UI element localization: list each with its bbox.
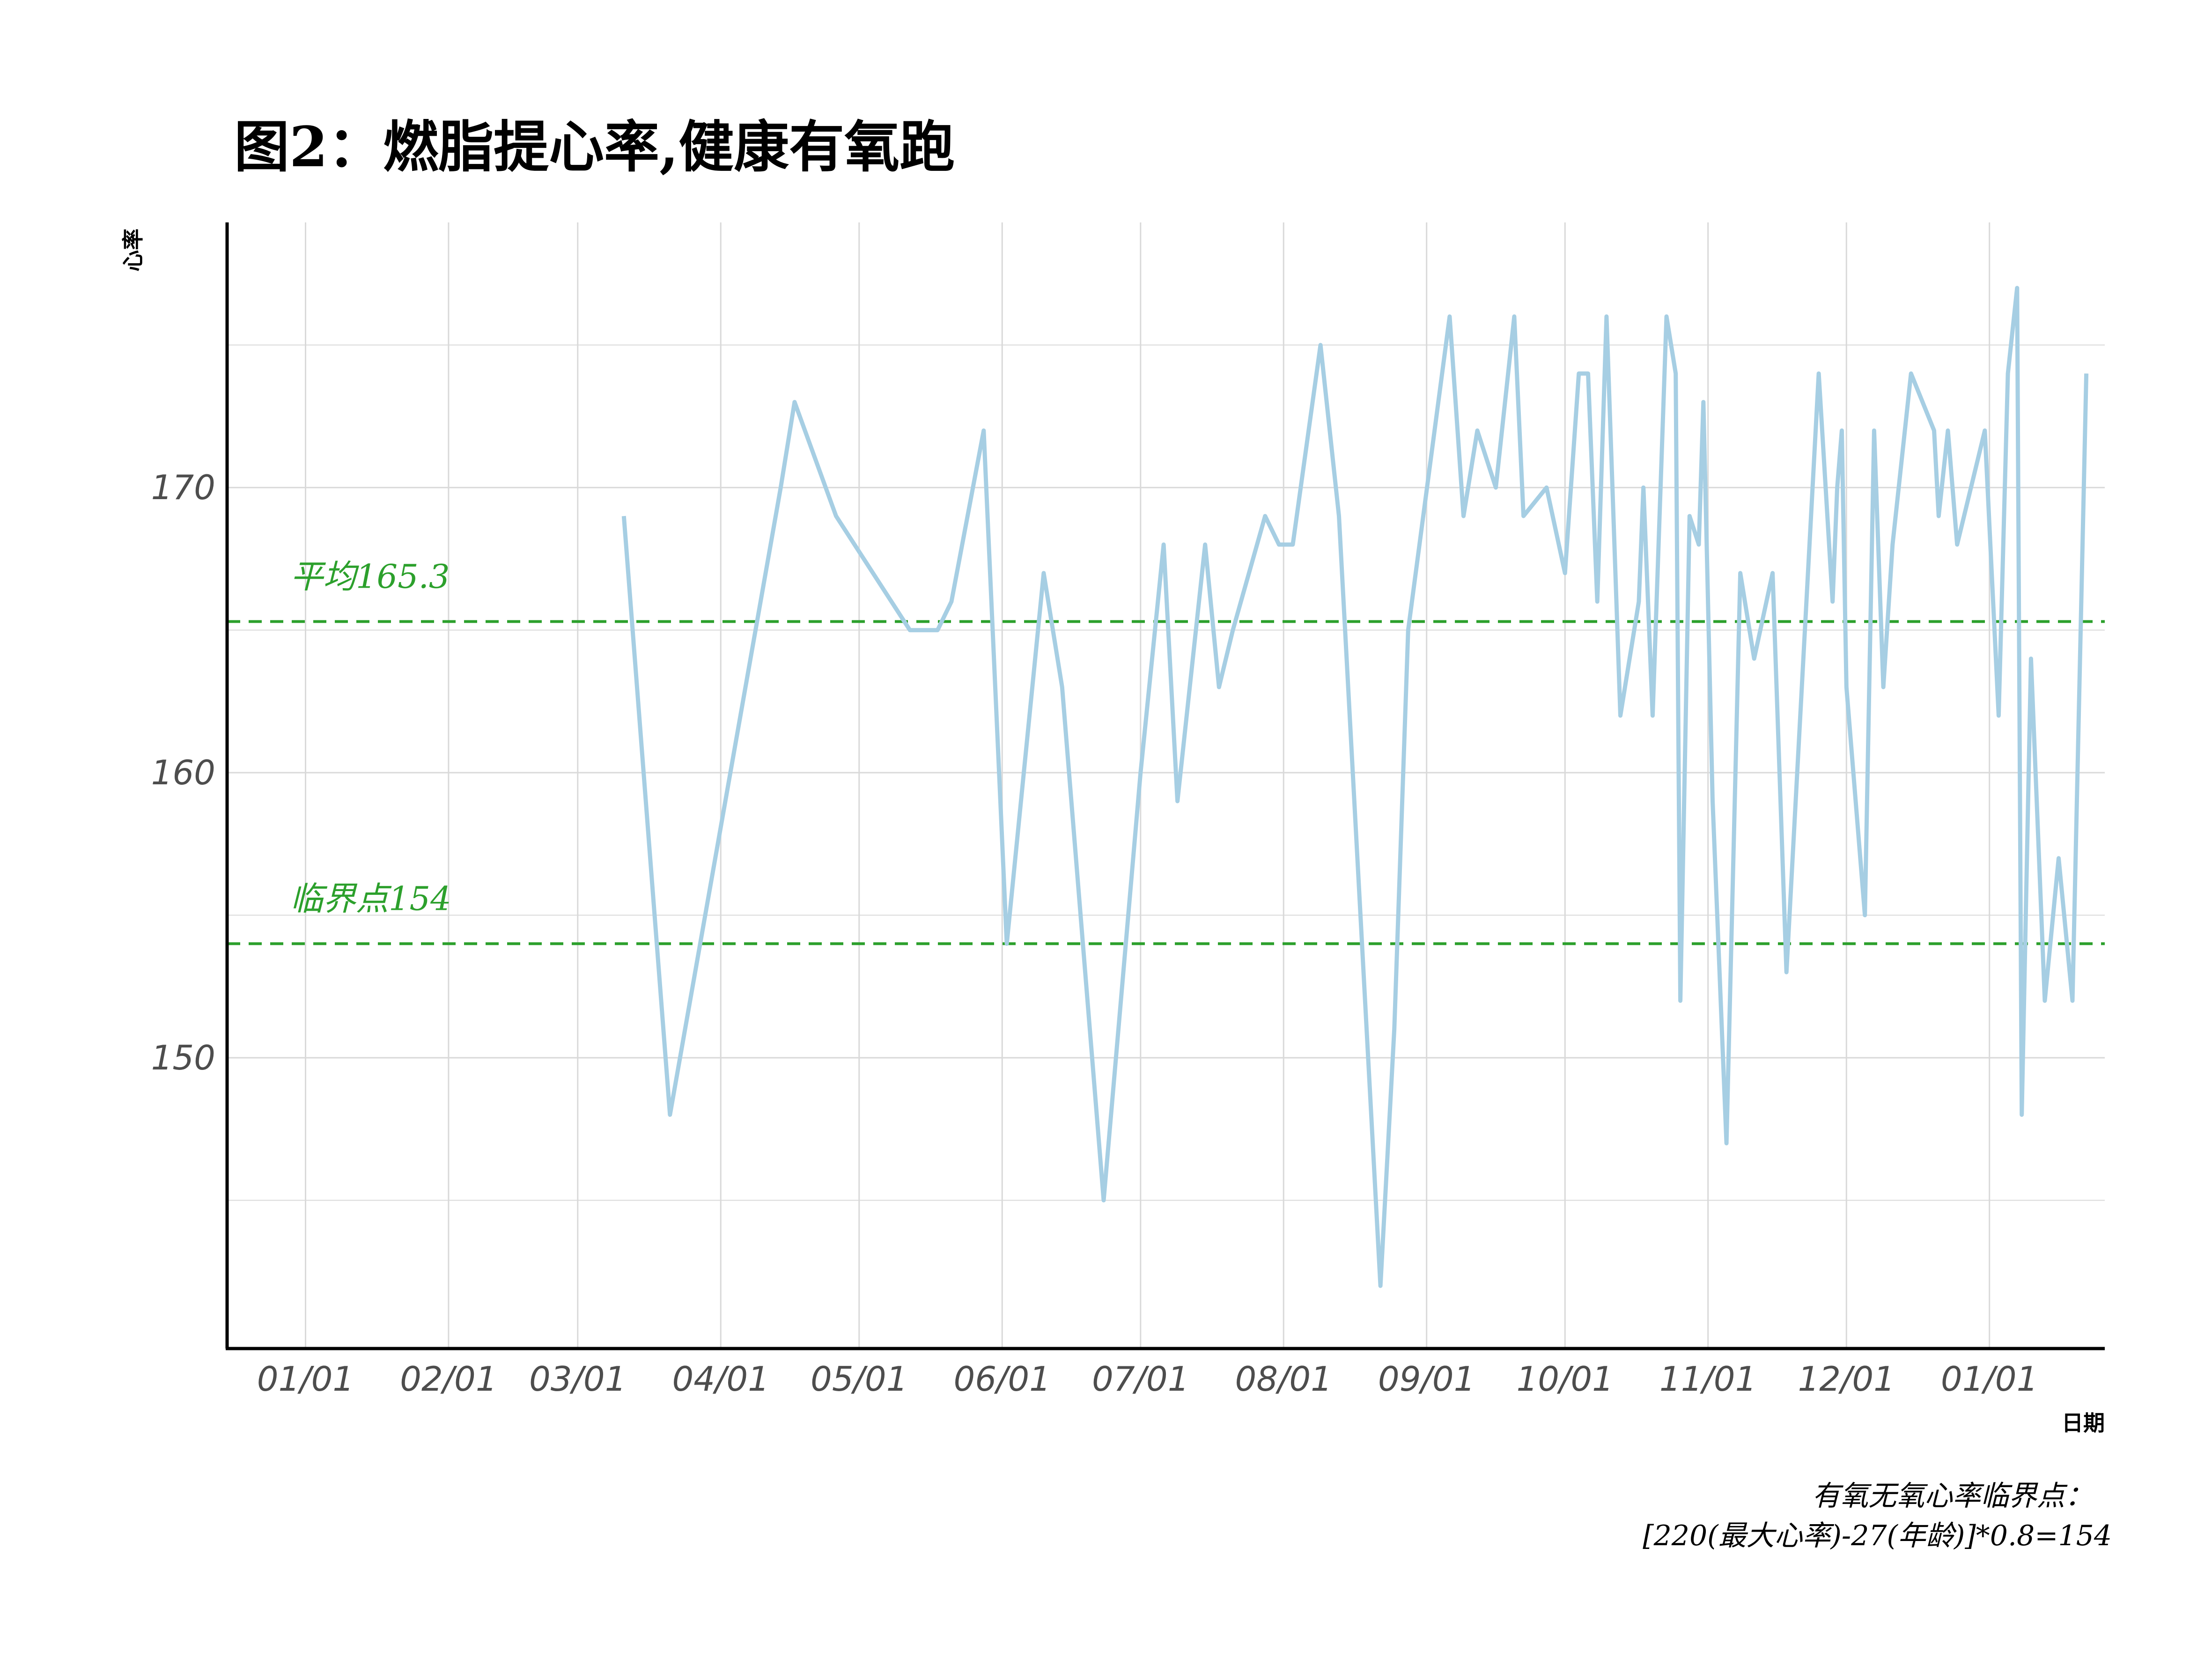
heart-rate-line [621,286,2089,1288]
x-tick-label: 09/01 [1378,1359,1475,1399]
x-tick-label: 10/01 [1516,1359,1614,1399]
reference-label: 临界点154 [290,879,451,918]
grid-lines [227,222,2105,1349]
x-tick-label: 11/01 [1659,1359,1757,1399]
y-axis-title: 心率 [120,229,146,272]
x-tick-label: 05/01 [811,1359,908,1399]
x-tick-label: 01/01 [257,1359,354,1399]
x-tick-label: 07/01 [1092,1359,1189,1399]
y-tick-label: 160 [151,753,215,792]
x-axis-title: 日期 [2062,1410,2105,1436]
y-tick-label: 150 [151,1038,215,1077]
annotation-line1: 有氧无氧心率临界点： [1812,1480,2093,1512]
x-tick-label: 12/01 [1798,1359,1895,1399]
annotation-line2: [220(最大心率)-27(年龄)]*0.8=154 [1643,1519,2112,1552]
reference-label: 平均165.3 [290,557,450,596]
x-tick-label: 08/01 [1235,1359,1332,1399]
tick-labels: 01/01 02/01 03/01 04/01 05/01 06/01 07/01 08/01… [151,468,2038,1399]
y-tick-label: 170 [151,468,215,507]
x-tick-label: 03/01 [529,1359,627,1399]
series-layer [621,286,2089,1288]
x-tick-label: 04/01 [672,1359,769,1399]
chart-canvas: 图2：燃脂提心率,健康有氧跑 平均165.3临界点154 01/01 02/01 0… [120,114,2112,1552]
x-tick-label: 02/01 [400,1359,497,1399]
x-tick-label: 01/01 [1941,1359,2038,1399]
x-tick-label: 06/01 [953,1359,1051,1399]
chart-title: 图2：燃脂提心率,健康有氧跑 [234,114,955,179]
